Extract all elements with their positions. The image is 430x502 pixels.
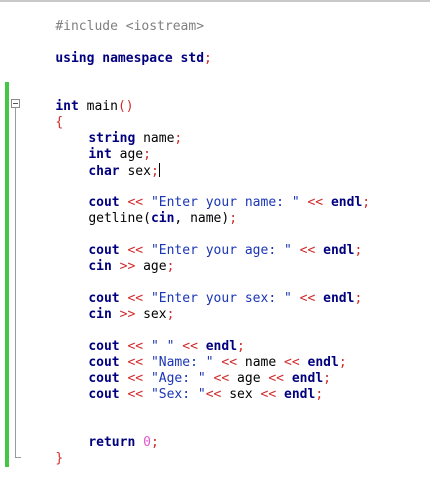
text-cursor [158, 163, 160, 177]
code-line-print-age[interactable]: cout << "Age: " << age << endl; [57, 355, 331, 386]
close-brace: } [55, 451, 64, 466]
namespace-name: std [180, 51, 205, 66]
function-name: main [78, 99, 118, 114]
semicolon: ; [174, 131, 183, 146]
preprocessor-directive: #include <iostream> [55, 19, 205, 34]
return-keyword: return [88, 435, 136, 450]
extract-operator: >> [111, 259, 144, 274]
insert-operator: << [299, 195, 331, 210]
semicolon: ; [315, 387, 324, 402]
getline-args: , name) [174, 211, 230, 226]
code-line-using[interactable]: using namespace std; [24, 35, 212, 66]
semicolon: ; [150, 435, 159, 450]
code-line-decl-name[interactable]: string name; [57, 115, 182, 146]
variable-name: sex [143, 307, 167, 322]
variable-name: sex [119, 164, 151, 179]
cin-object: cin [150, 211, 175, 226]
insert-operator: << [205, 387, 230, 402]
code-line-read-sex[interactable]: cin >> sex; [57, 291, 174, 322]
code-line-prompt-sex[interactable]: cout << "Enter your sex: " << endl; [57, 275, 362, 306]
extract-operator: >> [111, 307, 144, 322]
code-line-return[interactable]: return 0; [57, 419, 158, 450]
code-editor[interactable]: #include <iostream> using namespace std;… [0, 0, 430, 502]
insert-operator: << [252, 387, 285, 402]
fold-collapse-icon[interactable] [11, 99, 20, 108]
cin-object: cin [88, 259, 112, 274]
semicolon: ; [150, 164, 159, 179]
return-value: 0 [135, 435, 151, 450]
semicolon: ; [229, 211, 238, 226]
endl-manipulator: endl [284, 387, 316, 402]
code-line-decl-age[interactable]: int age; [57, 131, 151, 162]
semicolon: ; [338, 355, 347, 370]
code-line-prompt-age[interactable]: cout << "Enter your age: " << endl; [57, 227, 362, 258]
change-history-marker [5, 82, 9, 467]
variable-name: sex [229, 387, 253, 402]
code-line-print-name[interactable]: cout << "Name: " << name << endl; [57, 339, 346, 370]
variable-name: age [143, 259, 167, 274]
semicolon: ; [354, 291, 363, 306]
cin-object: cin [88, 307, 112, 322]
cout-object: cout [88, 387, 120, 402]
code-line-include[interactable]: #include <iostream> [24, 3, 204, 34]
type-keyword: char [88, 164, 120, 179]
parentheses: () [117, 99, 134, 114]
endl-manipulator: endl [330, 195, 363, 210]
fold-guide-line [15, 108, 16, 458]
semicolon: ; [166, 307, 175, 322]
semicolon: ; [204, 51, 212, 66]
insert-operator: << [119, 387, 151, 402]
code-line-prompt-name[interactable]: cout << "Enter your name: " << endl; [57, 179, 370, 210]
code-line-decl-sex[interactable]: char sex; [57, 147, 160, 179]
endl-manipulator: endl [323, 243, 355, 258]
code-line-close-brace[interactable]: } [24, 435, 63, 466]
string-literal: "Sex: " [150, 387, 206, 402]
semicolon: ; [362, 195, 371, 210]
semicolon: ; [354, 243, 363, 258]
code-line-open-brace[interactable]: { [24, 99, 63, 130]
code-line-getline[interactable]: getline(cin, name); [57, 195, 237, 226]
semicolon: ; [166, 259, 175, 274]
using-keyword: using namespace [55, 51, 173, 66]
insert-operator: << [291, 243, 324, 258]
code-line-main[interactable]: int main() [24, 83, 133, 114]
endl-manipulator: endl [323, 291, 355, 306]
code-line-print-space[interactable]: cout << " " << endl; [57, 323, 245, 354]
getline-call: getline( [88, 211, 151, 226]
fold-guide-end [15, 457, 21, 458]
code-line-read-age[interactable]: cin >> age; [57, 243, 174, 274]
insert-operator: << [291, 291, 324, 306]
code-line-print-sex[interactable]: cout << "Sex: "<< sex << endl; [57, 371, 323, 402]
semicolon: ; [323, 371, 331, 386]
